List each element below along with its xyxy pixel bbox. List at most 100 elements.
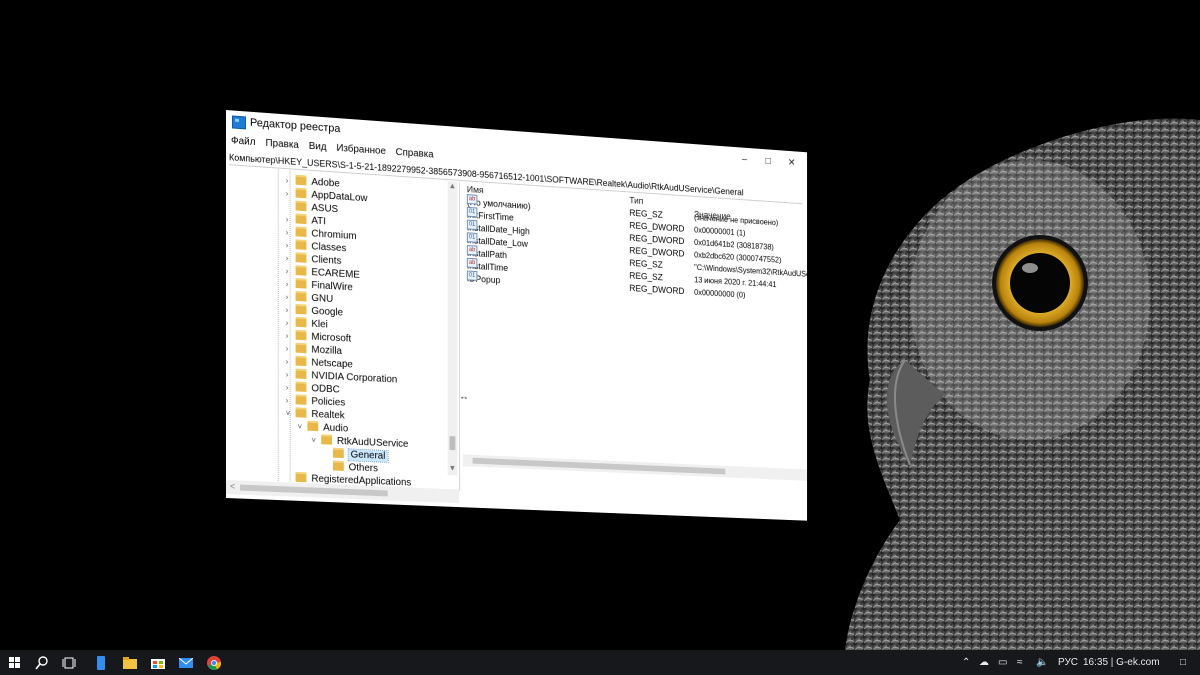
window-title: Редактор реестра xyxy=(250,117,340,135)
notifications-icon[interactable]: □ xyxy=(1180,650,1186,675)
folder-icon xyxy=(333,448,344,458)
tree-item-label: Google xyxy=(311,306,343,319)
tree-item-label: Others xyxy=(349,462,378,474)
windows-start-icon[interactable] xyxy=(2,650,28,675)
expand-arrow-icon[interactable]: › xyxy=(286,316,296,329)
cloud-icon[interactable]: ☁ xyxy=(979,650,989,675)
expand-arrow-icon[interactable]: › xyxy=(286,174,296,188)
folder-icon xyxy=(296,188,307,199)
tree-item-label: ASUS xyxy=(311,203,338,216)
scroll-left-icon[interactable]: < xyxy=(230,481,235,491)
scroll-down-icon[interactable]: ▼ xyxy=(449,464,457,473)
menu-view[interactable]: Вид xyxy=(304,140,332,156)
folder-icon xyxy=(296,201,307,212)
scroll-thumb[interactable] xyxy=(450,436,456,450)
menu-favorites[interactable]: Избранное xyxy=(331,141,390,159)
reg-binary-icon: 01 xyxy=(467,232,478,242)
expand-arrow-icon[interactable]: › xyxy=(286,239,296,253)
folder-icon xyxy=(296,472,307,482)
reg-string-icon: ab xyxy=(467,258,478,268)
clock[interactable]: 16:35 | G-ek.com xyxy=(1083,650,1160,675)
values-list[interactable]: Имя Тип Значение ab (По умолчанию) REG_SZ(… xyxy=(463,182,807,500)
store-icon[interactable] xyxy=(145,650,171,675)
expand-arrow-icon[interactable]: › xyxy=(286,368,296,381)
folder-icon xyxy=(296,395,307,405)
menu-help[interactable]: Справка xyxy=(391,146,439,163)
expand-arrow-icon[interactable]: › xyxy=(286,342,296,355)
key-tree[interactable]: ▲ ▼ › Adobe › AppDataLow ASUS › ATI › Chromium › C… xyxy=(226,166,460,490)
tree-item-label: Realtek xyxy=(311,409,344,421)
expand-arrow-icon[interactable]: › xyxy=(286,290,296,303)
folder-icon xyxy=(296,408,307,418)
expand-arrow-icon[interactable]: ˅ xyxy=(286,407,296,420)
maximize-button[interactable]: □ xyxy=(756,154,780,169)
expand-arrow-icon[interactable]: › xyxy=(286,394,296,407)
tree-item-label: Microsoft xyxy=(311,332,351,345)
expand-arrow-icon[interactable]: › xyxy=(286,381,296,394)
tree-item-label: Netscape xyxy=(311,357,352,370)
expand-arrow-icon[interactable]: › xyxy=(286,226,296,240)
reg-binary-icon: 01 xyxy=(467,220,478,230)
reg-string-icon: ab xyxy=(467,194,478,204)
folder-icon xyxy=(296,291,307,302)
tree-item-label: Adobe xyxy=(311,177,339,190)
tree-item-label: Clients xyxy=(311,254,341,267)
folder-icon xyxy=(296,330,307,341)
folder-icon xyxy=(296,175,307,186)
expand-arrow-icon[interactable]: › xyxy=(286,252,296,266)
tree-item-label: Classes xyxy=(311,241,346,254)
phone-icon[interactable] xyxy=(88,650,114,675)
tree-item-label: Mozilla xyxy=(311,345,342,358)
menu-edit[interactable]: Правка xyxy=(260,136,303,153)
tree-guide-line xyxy=(278,170,279,484)
tree-item-audio[interactable]: ˅ Audio xyxy=(298,420,349,435)
folder-icon xyxy=(296,266,307,277)
show-hidden-icons-icon[interactable]: ⌃ xyxy=(962,650,970,675)
wifi-icon[interactable]: ≈ xyxy=(1017,650,1023,675)
folder-icon xyxy=(296,369,307,379)
file-explorer-icon[interactable] xyxy=(117,650,143,675)
folder-icon xyxy=(296,317,307,328)
task-view-icon[interactable] xyxy=(56,650,82,675)
language-indicator[interactable]: РУС xyxy=(1058,650,1078,675)
tree-item-label: Policies xyxy=(311,396,345,409)
expand-arrow-icon[interactable]: ˅ xyxy=(298,420,308,433)
search-icon[interactable] xyxy=(29,650,55,675)
folder-icon xyxy=(307,421,318,431)
chrome-icon[interactable] xyxy=(201,650,227,675)
reg-string-icon: ab xyxy=(467,245,478,255)
value-type: REG_DWORD xyxy=(629,282,684,298)
folder-icon xyxy=(296,227,307,238)
expand-arrow-icon[interactable]: › xyxy=(286,303,296,316)
close-button[interactable]: ✕ xyxy=(780,156,804,171)
tree-vertical-scrollbar[interactable]: ▲ ▼ xyxy=(448,181,458,476)
expand-arrow-icon[interactable]: › xyxy=(286,265,296,279)
scroll-thumb[interactable] xyxy=(240,485,388,497)
expand-arrow-icon[interactable]: › xyxy=(286,213,296,227)
reg-binary-icon: 01 xyxy=(467,207,478,217)
volume-icon[interactable]: 🔈 xyxy=(1036,650,1048,675)
expand-arrow-icon[interactable]: › xyxy=(286,355,296,368)
folder-icon xyxy=(296,214,307,225)
folder-icon xyxy=(296,343,307,354)
column-header-type[interactable]: Тип xyxy=(629,195,643,206)
registry-editor-window[interactable]: Редактор реестра – □ ✕ Файл Правка Вид И… xyxy=(226,110,807,521)
folder-icon xyxy=(296,278,307,289)
battery-icon[interactable]: ▭ xyxy=(998,650,1007,675)
expand-arrow-icon[interactable]: ˅ xyxy=(311,434,321,447)
tree-item-label: General xyxy=(349,449,388,462)
scroll-up-icon[interactable]: ▲ xyxy=(449,181,457,190)
folder-icon xyxy=(296,304,307,315)
folder-icon xyxy=(296,382,307,392)
folder-icon xyxy=(296,356,307,366)
tree-item-label: Klei xyxy=(311,319,327,331)
expand-arrow-icon[interactable]: › xyxy=(286,187,296,201)
mail-icon[interactable] xyxy=(173,650,199,675)
menu-file[interactable]: Файл xyxy=(226,134,260,150)
expand-arrow-icon[interactable]: › xyxy=(286,329,296,342)
regedit-icon xyxy=(232,115,246,129)
minimize-button[interactable]: – xyxy=(733,153,757,168)
tree-item-label: GNU xyxy=(311,293,333,305)
tree-item-realtek[interactable]: ˅ Realtek xyxy=(286,407,345,423)
expand-arrow-icon[interactable]: › xyxy=(286,277,296,291)
